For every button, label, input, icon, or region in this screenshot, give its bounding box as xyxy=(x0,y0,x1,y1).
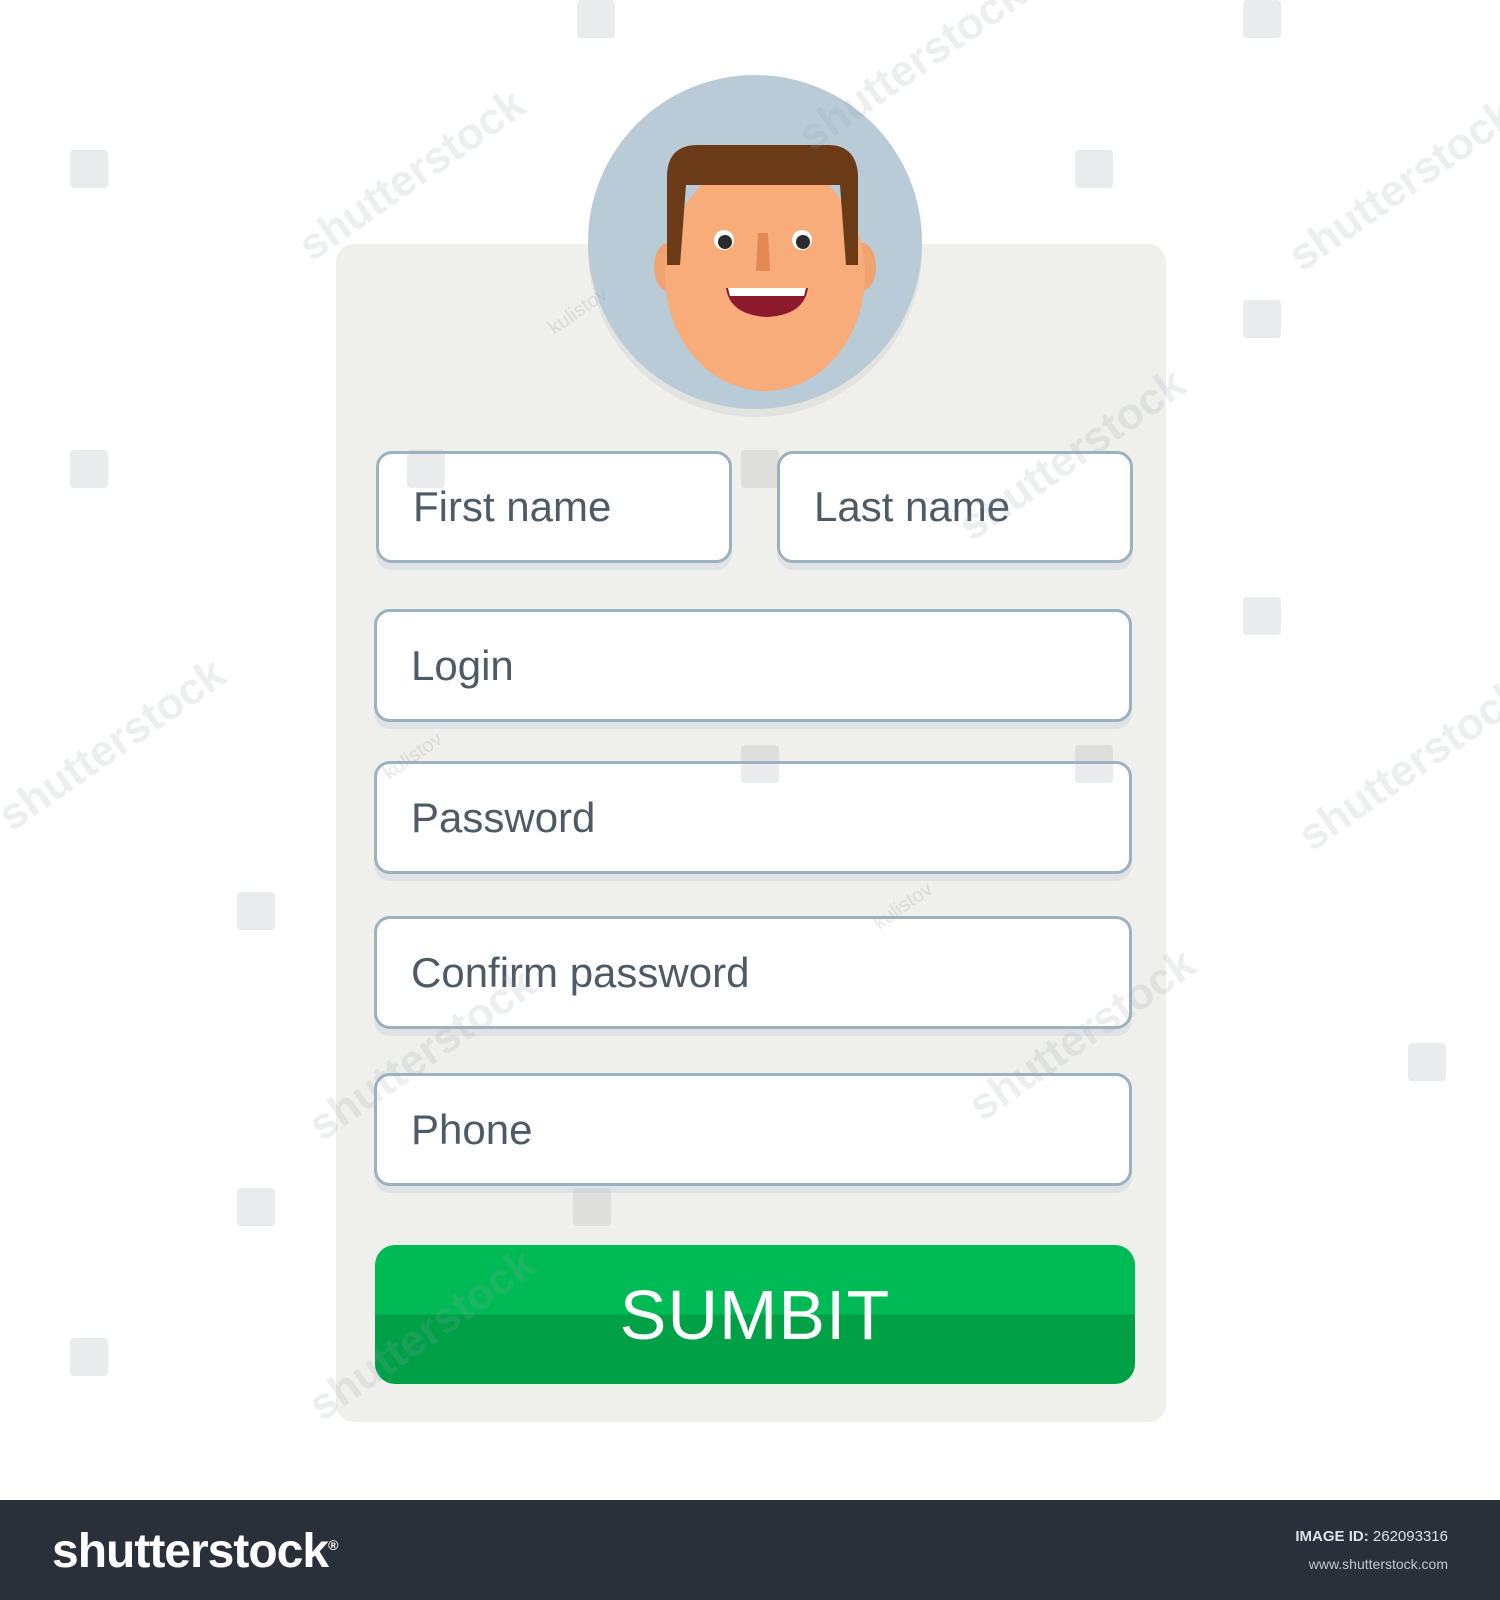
image-id: IMAGE ID: 262093316 xyxy=(1295,1528,1448,1545)
watermark-text: shutterstock xyxy=(289,78,534,271)
watermark-logo-icon xyxy=(1243,0,1281,38)
user-face-icon xyxy=(654,145,876,391)
registered-mark-icon: ® xyxy=(328,1537,338,1553)
watermark-text: shutterstock xyxy=(1279,88,1500,281)
avatar xyxy=(588,75,922,409)
watermark-logo-icon xyxy=(1075,150,1113,188)
watermark-logo-icon xyxy=(237,892,275,930)
last-name-input[interactable] xyxy=(777,451,1133,563)
watermark-logo-icon xyxy=(1243,300,1281,338)
watermark-text: shutterstock xyxy=(1289,668,1500,861)
watermark-text: shutterstock xyxy=(0,648,234,841)
image-id-value: 262093316 xyxy=(1372,1528,1448,1545)
footer-brand-text: shutterstock xyxy=(52,1525,329,1578)
stock-footer: shutterstock® IMAGE ID: 262093316 www.sh… xyxy=(0,1500,1500,1600)
watermark-logo-icon xyxy=(1408,1043,1446,1081)
first-name-input[interactable] xyxy=(376,451,732,563)
footer-site: www.shutterstock.com xyxy=(1308,1556,1448,1572)
watermark-logo-icon xyxy=(577,0,615,38)
image-id-label: IMAGE ID: xyxy=(1295,1528,1369,1545)
login-input[interactable] xyxy=(374,609,1132,722)
watermark-logo-icon xyxy=(237,1188,275,1226)
phone-input[interactable] xyxy=(374,1073,1132,1186)
password-input[interactable] xyxy=(374,761,1132,874)
watermark-logo-icon xyxy=(70,1338,108,1376)
watermark-logo-icon xyxy=(1243,597,1281,635)
watermark-logo-icon xyxy=(70,450,108,488)
footer-brand: shutterstock® xyxy=(52,1524,338,1579)
watermark-logo-icon xyxy=(70,150,108,188)
submit-button[interactable]: SUMBIT xyxy=(375,1245,1135,1384)
confirm-password-input[interactable] xyxy=(374,916,1132,1029)
